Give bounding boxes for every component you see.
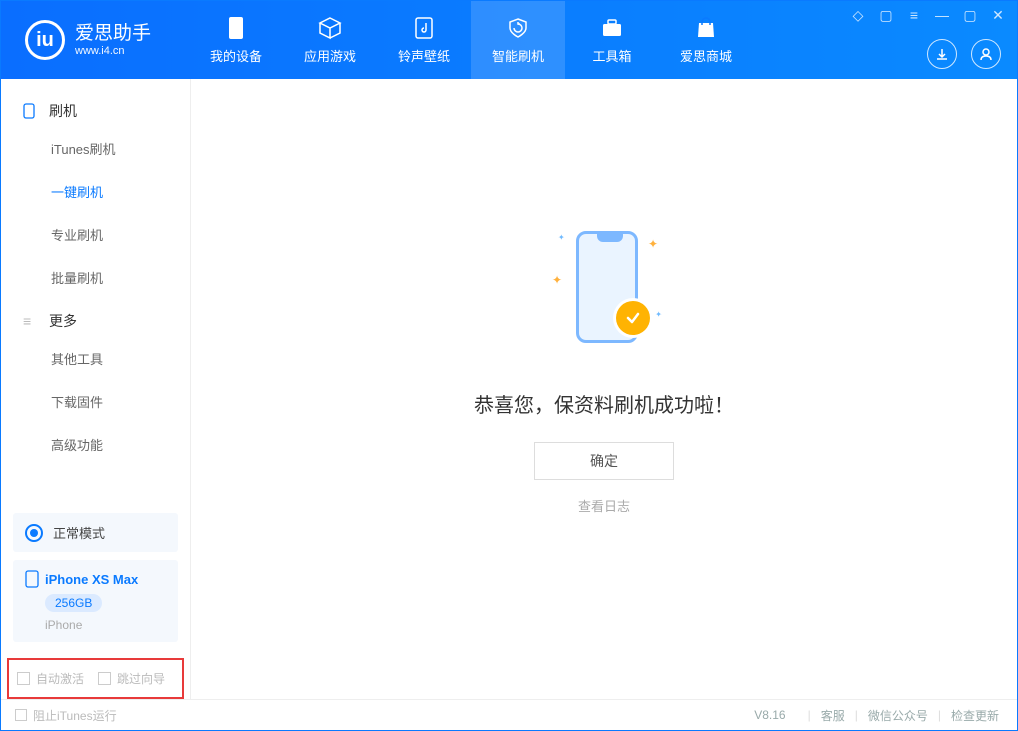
- sidebar-item-batch-flash[interactable]: 批量刷机: [1, 256, 190, 299]
- minimize-button[interactable]: —: [933, 7, 951, 24]
- maximize-button[interactable]: ▢: [961, 7, 979, 24]
- sparkle-icon: ✦: [655, 310, 662, 319]
- phone-icon: [224, 16, 248, 40]
- tab-store[interactable]: 爱思商城: [659, 1, 753, 79]
- sidebar-item-download-firmware[interactable]: 下载固件: [1, 380, 190, 423]
- checkbox-icon: [17, 672, 30, 685]
- footer-link-check-update[interactable]: 检查更新: [951, 707, 999, 724]
- window-controls: ◇ ▢ ≡ — ▢ ✕: [849, 7, 1007, 24]
- sidebar-item-oneclick-flash[interactable]: 一键刷机: [1, 170, 190, 213]
- tab-my-device[interactable]: 我的设备: [189, 1, 283, 79]
- device-card[interactable]: iPhone XS Max 256GB iPhone: [13, 560, 178, 642]
- tab-ringtones-wallpapers[interactable]: 铃声壁纸: [377, 1, 471, 79]
- footer-link-wechat[interactable]: 微信公众号: [868, 707, 928, 724]
- refresh-shield-icon: [506, 16, 530, 40]
- view-log-link[interactable]: 查看日志: [578, 496, 630, 515]
- device-mode[interactable]: 正常模式: [13, 513, 178, 552]
- app-logo: iu 爱思助手 www.i4.cn: [1, 20, 171, 60]
- device-type: iPhone: [45, 618, 166, 632]
- user-button[interactable]: [971, 39, 1001, 69]
- status-bar: 阻止iTunes运行 V8.16 | 客服 | 微信公众号 | 检查更新: [1, 699, 1017, 730]
- flash-result: ✦ ✦ ✦ ✦ 恭喜您，保资料刷机成功啦！ 确定 查看日志: [474, 223, 734, 515]
- sidebar: 刷机 iTunes刷机 一键刷机 专业刷机 批量刷机 ≡ 更多 其他工具 下载固…: [1, 79, 191, 699]
- device-name: iPhone XS Max: [45, 572, 138, 587]
- sidebar-item-itunes-flash[interactable]: iTunes刷机: [1, 127, 190, 170]
- main-content: ✦ ✦ ✦ ✦ 恭喜您，保资料刷机成功啦！ 确定 查看日志: [191, 79, 1017, 699]
- footer-link-support[interactable]: 客服: [821, 707, 845, 724]
- app-header: iu 爱思助手 www.i4.cn 我的设备 应用游戏 铃声壁纸 智能刷机 工具…: [1, 1, 1017, 79]
- mode-label: 正常模式: [53, 523, 105, 542]
- ok-button[interactable]: 确定: [534, 442, 674, 480]
- tab-toolbox[interactable]: 工具箱: [565, 1, 659, 79]
- sparkle-icon: ✦: [552, 273, 562, 287]
- sidebar-group-flash: 刷机: [1, 89, 190, 127]
- checkbox-auto-activate[interactable]: 自动激活: [17, 670, 84, 687]
- device-phone-icon: [25, 570, 39, 588]
- checkbox-skip-guide[interactable]: 跳过向导: [98, 670, 165, 687]
- app-version: V8.16: [754, 708, 785, 722]
- mode-indicator-icon: [25, 524, 43, 542]
- sidebar-item-pro-flash[interactable]: 专业刷机: [1, 213, 190, 256]
- app-url: www.i4.cn: [75, 45, 151, 58]
- shopping-bag-icon: [694, 16, 718, 40]
- sidebar-item-advanced[interactable]: 高级功能: [1, 423, 190, 466]
- list-icon: ≡: [23, 313, 39, 329]
- success-check-icon: [616, 301, 650, 335]
- checkbox-block-itunes[interactable]: 阻止iTunes运行: [15, 707, 117, 724]
- toolbox-icon: [600, 16, 624, 40]
- app-name: 爱思助手: [75, 23, 151, 45]
- checkbox-icon: [98, 672, 111, 685]
- flash-options-highlight: 自动激活 跳过向导: [7, 658, 184, 699]
- logo-icon: iu: [25, 20, 65, 60]
- close-button[interactable]: ✕: [989, 7, 1007, 24]
- skin-icon[interactable]: ◇: [849, 7, 867, 24]
- music-note-icon: [412, 16, 436, 40]
- checkbox-icon: [15, 709, 27, 721]
- device-capacity: 256GB: [45, 594, 102, 612]
- menu-icon[interactable]: ≡: [905, 7, 923, 24]
- tab-apps-games[interactable]: 应用游戏: [283, 1, 377, 79]
- main-tabs: 我的设备 应用游戏 铃声壁纸 智能刷机 工具箱 爱思商城: [189, 1, 753, 79]
- sidebar-group-more: ≡ 更多: [1, 299, 190, 337]
- sparkle-icon: ✦: [648, 237, 658, 251]
- success-illustration: ✦ ✦ ✦ ✦: [544, 223, 664, 363]
- sidebar-item-other-tools[interactable]: 其他工具: [1, 337, 190, 380]
- phone-outline-icon: [23, 103, 39, 119]
- tab-smart-flash[interactable]: 智能刷机: [471, 1, 565, 79]
- download-button[interactable]: [927, 39, 957, 69]
- cube-icon: [318, 16, 342, 40]
- result-message: 恭喜您，保资料刷机成功啦！: [474, 389, 734, 418]
- feedback-icon[interactable]: ▢: [877, 7, 895, 24]
- sparkle-icon: ✦: [558, 233, 565, 242]
